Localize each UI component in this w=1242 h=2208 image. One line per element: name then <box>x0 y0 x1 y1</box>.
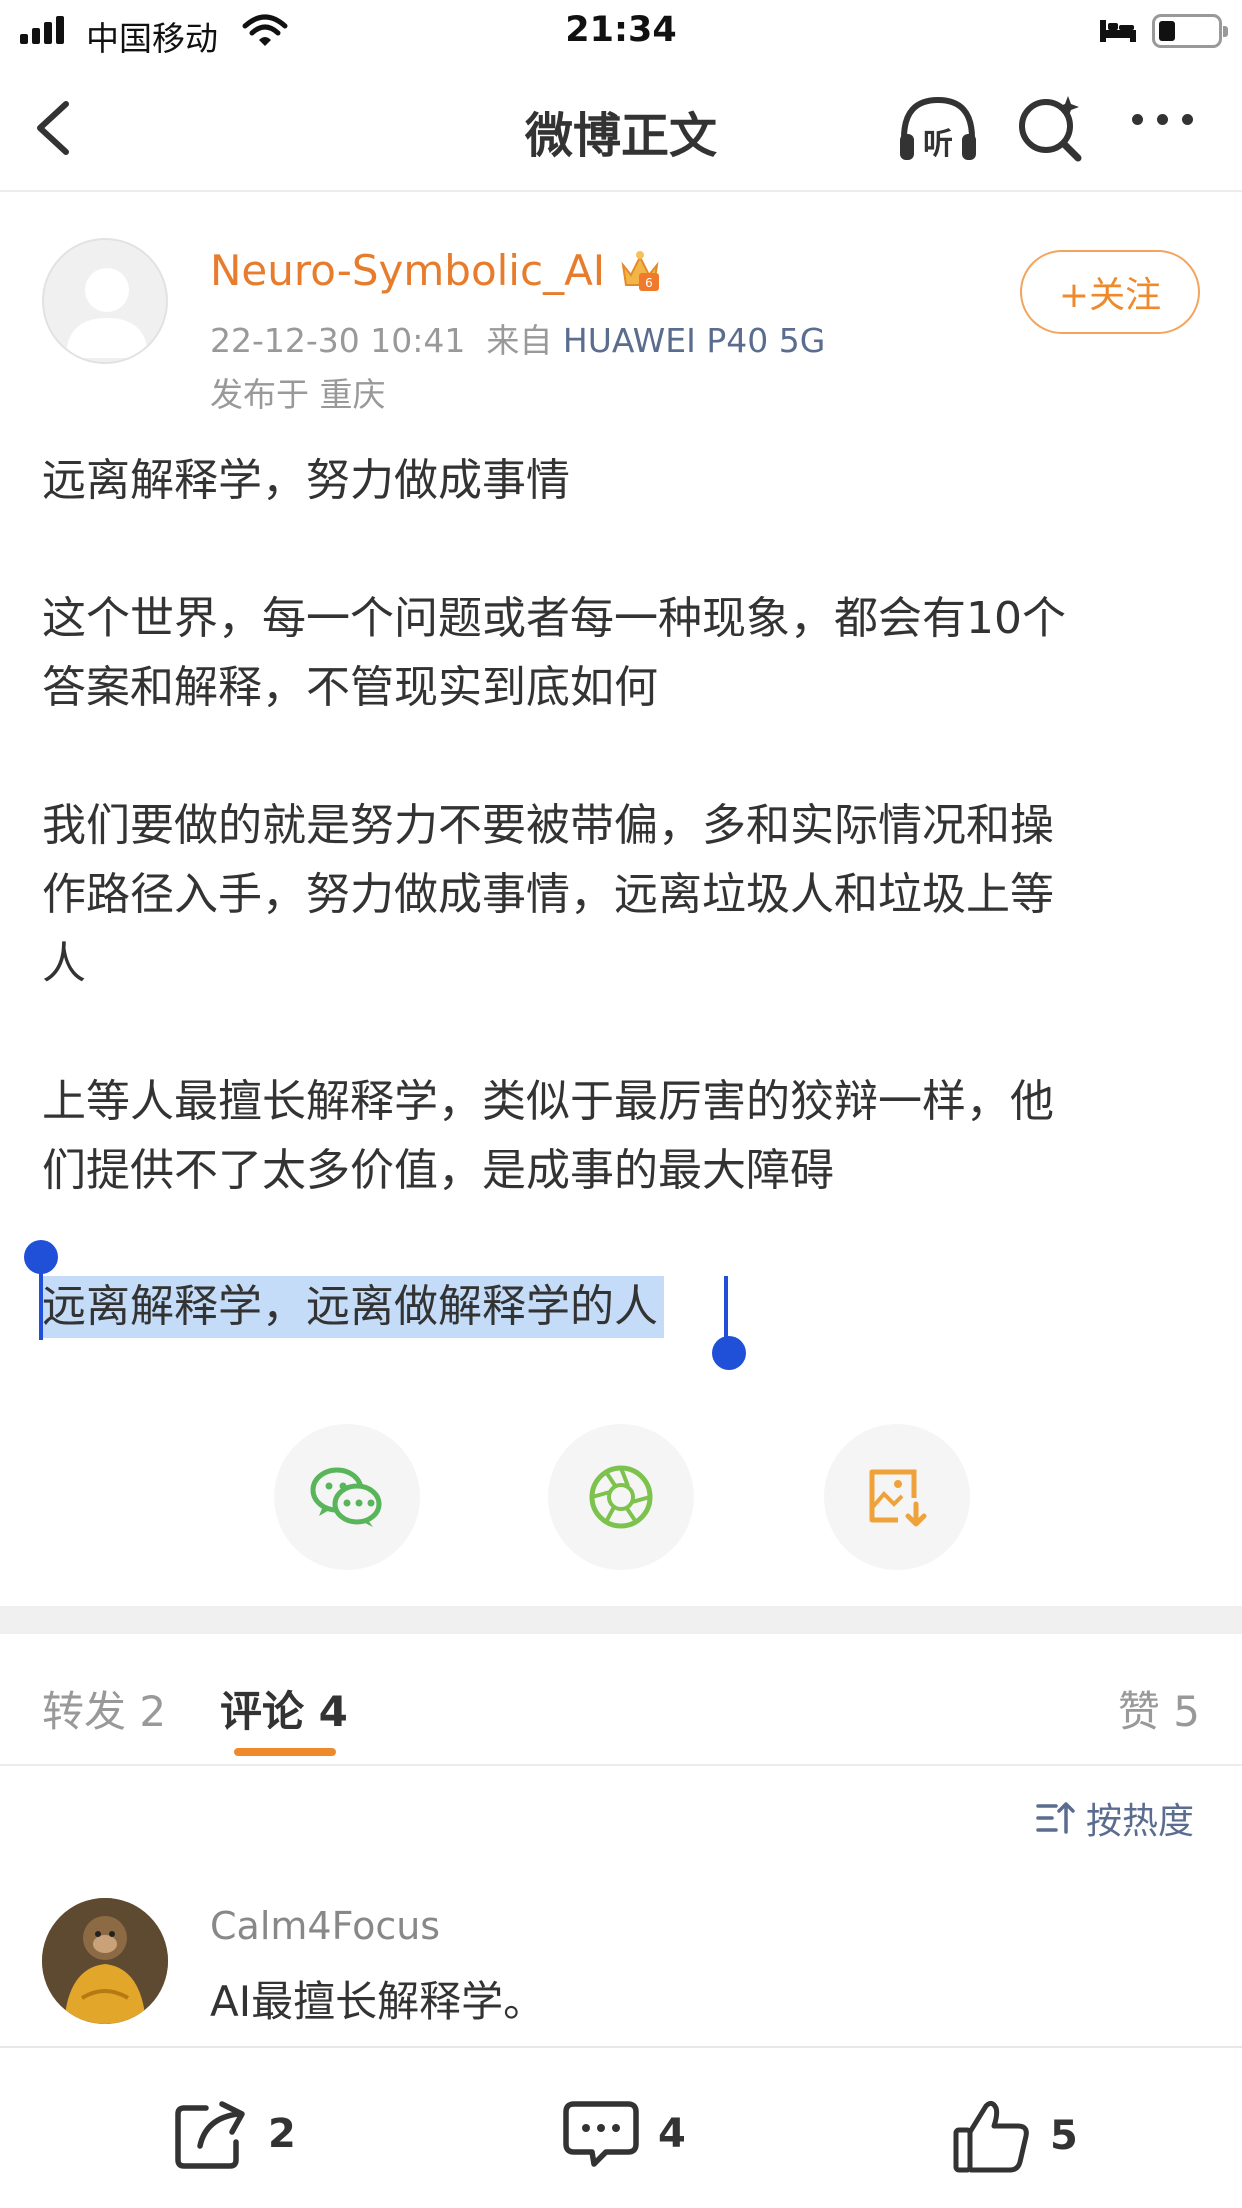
post-paragraph: 上等人最擅长解释学，类似于最厉害的狡辩一样，他 们提供不了太多价值，是成事的最大… <box>42 1076 1054 1196</box>
sort-label: 按热度 <box>1086 1801 1195 1842</box>
repost-button[interactable]: 2 <box>172 2098 296 2170</box>
search-icon[interactable] <box>1016 92 1084 162</box>
save-picture-icon <box>869 1469 927 1527</box>
commenter-avatar[interactable] <box>42 1898 168 2024</box>
tab-reposts[interactable]: 转发 2 <box>42 1678 166 1739</box>
follow-button[interactable]: +关注 <box>1020 250 1200 334</box>
interaction-tabs: 转发 2 评论 4 赞 5 <box>0 1634 1242 1766</box>
post-timestamp: 22-12-30 10:41 <box>210 321 466 360</box>
selected-paragraph[interactable]: 远离解释学，远离做解释学的人 <box>42 1276 664 1338</box>
section-divider <box>0 1606 1242 1634</box>
post-meta: 22-12-30 10:41 来自 HUAWEI P40 5G <box>210 314 825 362</box>
sort-icon <box>1036 1802 1075 1834</box>
comment-bubble-icon <box>563 2101 639 2167</box>
selection-start-handle[interactable] <box>24 1240 58 1274</box>
comment-button[interactable]: 4 <box>562 2098 686 2170</box>
like-count: 5 <box>1050 2113 1078 2159</box>
post-paragraph: 远离解释学，努力做成事情 <box>42 455 570 506</box>
author-name[interactable]: Neuro-Symbolic_AI <box>210 246 605 295</box>
share-moments-button[interactable] <box>548 1424 694 1570</box>
default-avatar-icon <box>66 268 148 358</box>
like-button[interactable]: 5 <box>952 2098 1078 2174</box>
commenter-name[interactable]: Calm4Focus <box>210 1904 440 1948</box>
selected-paragraph-wrap: 远离解释学，远离做解释学的人 <box>42 1276 664 1338</box>
monkey-avatar-icon <box>42 1898 168 2024</box>
share-wechat-button[interactable] <box>274 1424 420 1570</box>
repost-count: 2 <box>268 2111 296 2157</box>
comment-count: 4 <box>658 2111 686 2157</box>
sort-by-hot-button[interactable]: 按热度 <box>1036 1792 1194 1844</box>
author-row: Neuro-Symbolic_AI 6 <box>210 246 663 295</box>
thumbs-up-icon <box>953 2100 1029 2173</box>
moments-shutter-icon <box>589 1465 653 1529</box>
tab-likes[interactable]: 赞 5 <box>1118 1678 1200 1739</box>
tab-comments[interactable]: 评论 4 <box>220 1678 348 1739</box>
post-content: 远离解释学，努力做成事情 这个世界，每一个问题或者每一种现象，都会有10个 答案… <box>42 446 1202 1205</box>
active-tab-indicator <box>234 1748 336 1756</box>
post-paragraph: 我们要做的就是努力不要被带偏，多和实际情况和操 作路径入手，努力做成事情，远离垃… <box>42 800 1054 989</box>
navigation-bar: 微博正文 听 <box>0 62 1242 192</box>
selection-end-handle[interactable] <box>712 1336 746 1370</box>
svg-text:听: 听 <box>923 127 953 162</box>
post-paragraph: 这个世界，每一个问题或者每一种现象，都会有10个 答案和解释，不管现实到底如何 <box>42 593 1066 713</box>
source-device[interactable]: HUAWEI P40 5G <box>563 321 825 360</box>
selection-start-caret <box>39 1270 43 1340</box>
wechat-icon <box>310 1467 382 1527</box>
sleep-mode-icon <box>1100 20 1136 42</box>
more-options-icon[interactable] <box>1132 114 1193 125</box>
comment-text: AI最擅长解释学。 <box>210 1977 546 2026</box>
save-image-button[interactable] <box>824 1424 970 1570</box>
svg-text:6: 6 <box>645 276 653 290</box>
source-prefix: 来自 <box>486 321 553 360</box>
listen-headphones-icon[interactable]: 听 <box>896 94 980 164</box>
repost-icon <box>175 2101 245 2169</box>
post-location: 发布于 重庆 <box>210 375 386 414</box>
author-avatar[interactable] <box>42 238 168 364</box>
battery-icon <box>1152 14 1228 48</box>
clock: 21:34 <box>565 10 677 50</box>
status-bar: 中国移动 21:34 <box>0 0 1242 62</box>
vip-crown-icon[interactable]: 6 <box>617 249 663 293</box>
bottom-action-bar: 2 4 5 <box>0 2046 1242 2208</box>
